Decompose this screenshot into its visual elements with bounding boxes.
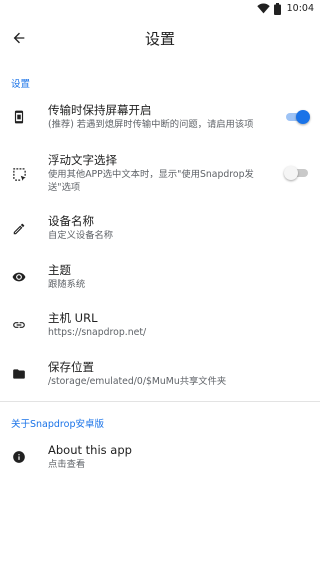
wifi-icon bbox=[256, 3, 270, 14]
pref-title: About this app bbox=[48, 443, 132, 457]
pref-keep-screen-on[interactable]: 传输时保持屏幕开启 (推荐) 若遇到熄屏时传输中断的问题，请启用该项 bbox=[0, 96, 320, 144]
app-bar: 设置 bbox=[0, 17, 320, 59]
section-header-about: 关于Snapdrop安卓版 bbox=[11, 419, 104, 430]
switch-thumb bbox=[296, 110, 310, 124]
edit-icon bbox=[10, 220, 28, 238]
status-bar: 10:04 bbox=[0, 0, 320, 17]
pref-texts: 保存位置 /storage/emulated/0/$MuMu共享文件夹 bbox=[48, 360, 312, 388]
pref-title: 主题 bbox=[48, 263, 71, 277]
folder-icon bbox=[10, 365, 28, 383]
pref-floating-text-selection[interactable]: 浮动文字选择 使用其他APP选中文本时，显示"使用Snapdrop发送"选项 bbox=[0, 145, 320, 203]
pref-save-location[interactable]: 保存位置 /storage/emulated/0/$MuMu共享文件夹 bbox=[0, 352, 320, 400]
info-icon bbox=[10, 448, 28, 466]
pref-summary: /storage/emulated/0/$MuMu共享文件夹 bbox=[48, 376, 227, 387]
pref-texts: About this app 点击查看 bbox=[48, 443, 312, 471]
pref-theme[interactable]: 主题 跟随系统 bbox=[0, 256, 320, 304]
section-header-settings: 设置 bbox=[11, 79, 31, 90]
pref-title: 设备名称 bbox=[48, 214, 94, 228]
pref-title: 保存位置 bbox=[48, 360, 94, 374]
pref-about-app[interactable]: About this app 点击查看 bbox=[0, 436, 320, 484]
phone-screen-icon bbox=[10, 108, 28, 126]
page-title: 设置 bbox=[144, 30, 175, 48]
pref-host-url[interactable]: 主机 URL https://snapdrop.net/ bbox=[0, 304, 320, 352]
pref-summary: (推荐) 若遇到熄屏时传输中断的问题，请启用该项 bbox=[48, 119, 254, 130]
pref-texts: 浮动文字选择 使用其他APP选中文本时，显示"使用Snapdrop发送"选项 bbox=[48, 153, 274, 194]
status-time: 10:04 bbox=[286, 3, 314, 14]
switch-thumb bbox=[284, 166, 298, 180]
floating-text-selection-switch[interactable] bbox=[284, 166, 308, 180]
section-divider bbox=[0, 401, 320, 402]
eye-icon bbox=[10, 268, 28, 286]
status-icons: 10:04 bbox=[256, 2, 314, 15]
pref-title: 传输时保持屏幕开启 bbox=[48, 103, 152, 117]
pref-texts: 主机 URL https://snapdrop.net/ bbox=[48, 311, 312, 339]
pref-summary: 点击查看 bbox=[48, 459, 86, 470]
pref-summary: 使用其他APP选中文本时，显示"使用Snapdrop发送"选项 bbox=[48, 169, 254, 193]
pref-title: 主机 URL bbox=[48, 311, 98, 325]
text-select-icon bbox=[10, 165, 28, 183]
pref-summary: 跟随系统 bbox=[48, 279, 86, 290]
link-icon bbox=[10, 316, 28, 334]
pref-texts: 设备名称 自定义设备名称 bbox=[48, 214, 312, 242]
pref-texts: 传输时保持屏幕开启 (推荐) 若遇到熄屏时传输中断的问题，请启用该项 bbox=[48, 103, 274, 131]
pref-summary: https://snapdrop.net/ bbox=[48, 327, 147, 338]
keep-screen-on-switch[interactable] bbox=[286, 110, 310, 124]
battery-icon bbox=[273, 2, 281, 15]
pref-device-name[interactable]: 设备名称 自定义设备名称 bbox=[0, 208, 320, 256]
pref-title: 浮动文字选择 bbox=[48, 153, 117, 167]
pref-summary: 自定义设备名称 bbox=[48, 230, 114, 241]
pref-texts: 主题 跟随系统 bbox=[48, 263, 312, 291]
